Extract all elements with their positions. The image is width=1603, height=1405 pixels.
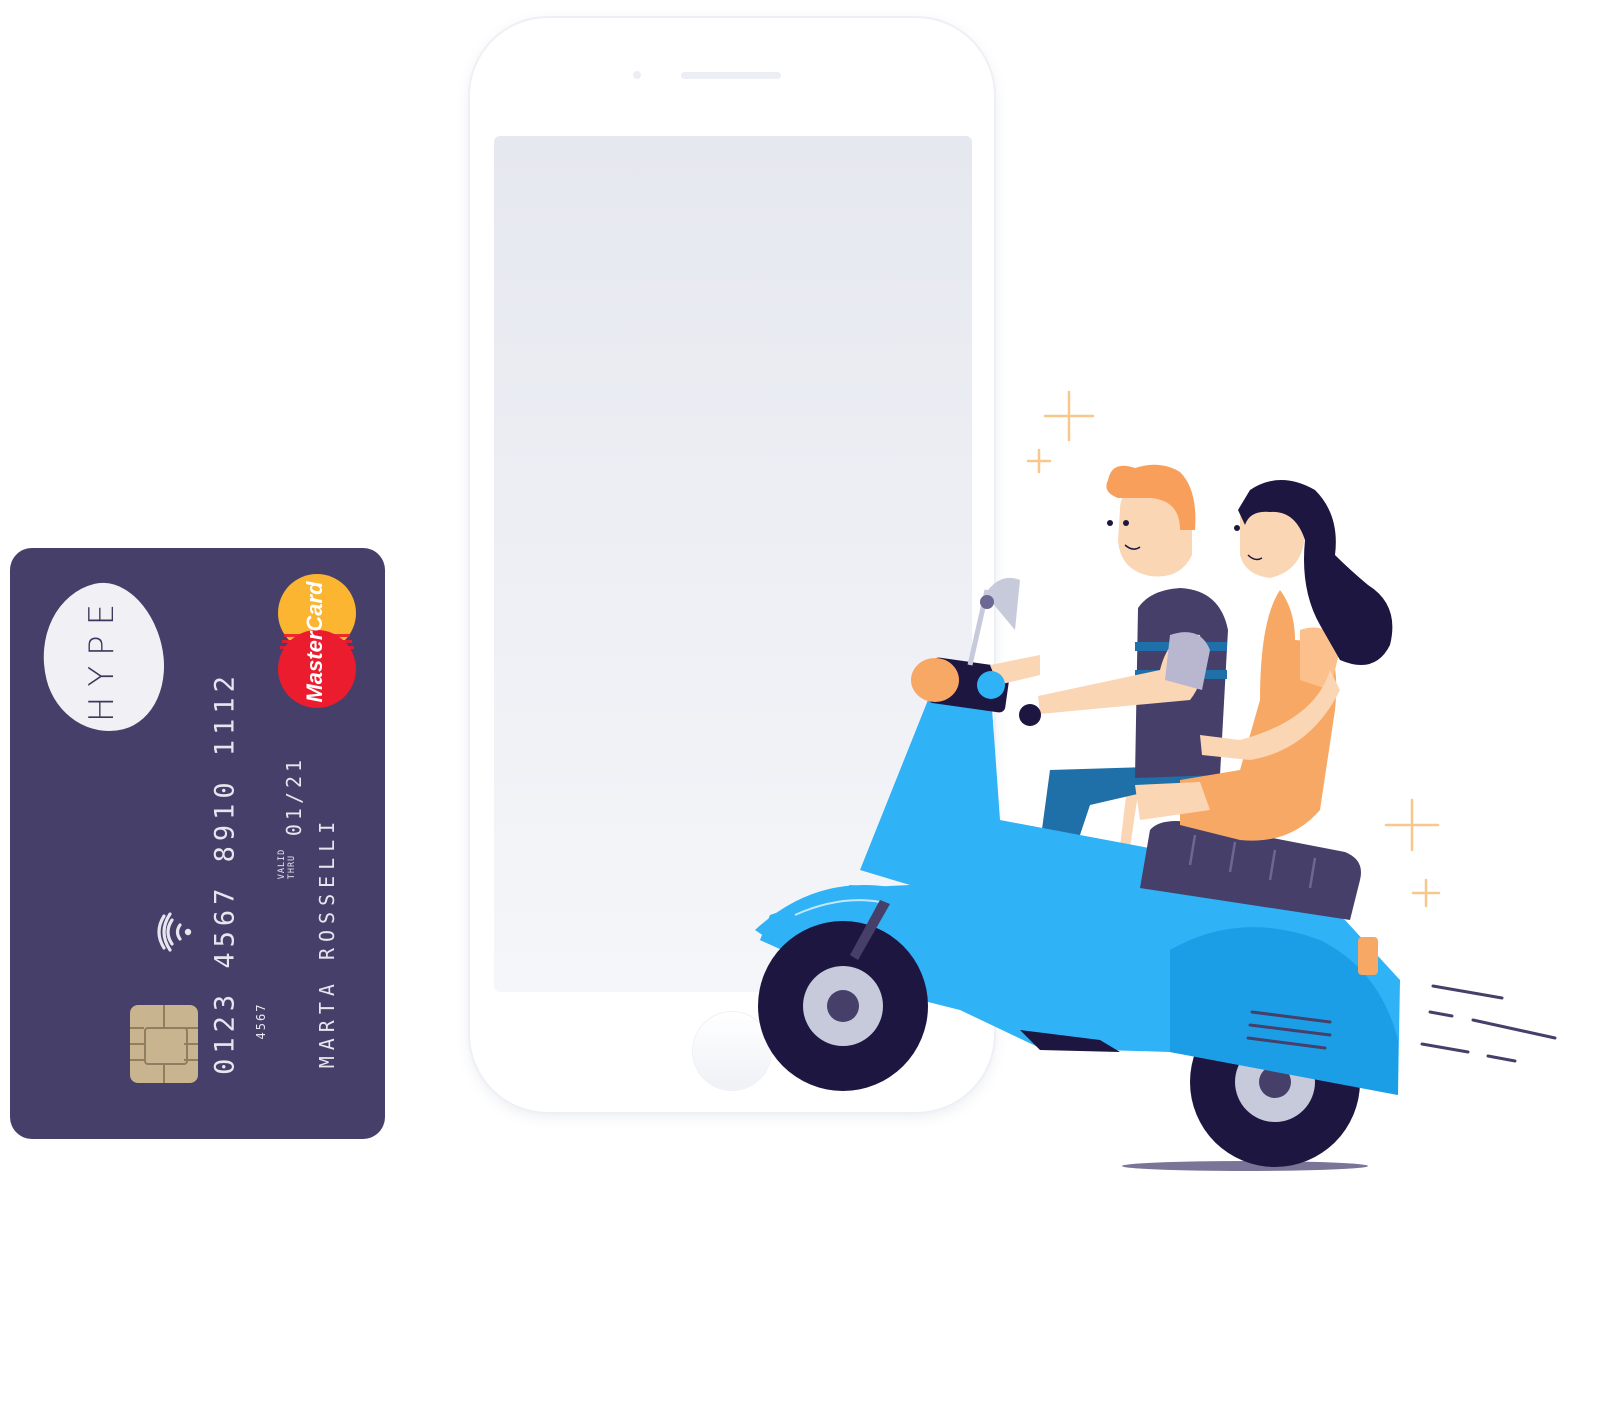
front-wheel bbox=[758, 921, 928, 1091]
card-chip-icon bbox=[130, 1005, 198, 1083]
mastercard-logo-icon: MasterCard bbox=[278, 574, 356, 708]
payment-card: HYPE MasterCard 0123 4567 8910 1112 4567… bbox=[10, 548, 385, 1139]
earpiece-speaker bbox=[681, 72, 781, 79]
front-camera-icon bbox=[633, 71, 641, 79]
svg-text:MasterCard: MasterCard bbox=[302, 581, 327, 703]
speed-lines-icon bbox=[1420, 984, 1557, 1063]
contactless-icon bbox=[157, 912, 192, 952]
scooter-riders-illustration bbox=[755, 390, 1557, 1171]
